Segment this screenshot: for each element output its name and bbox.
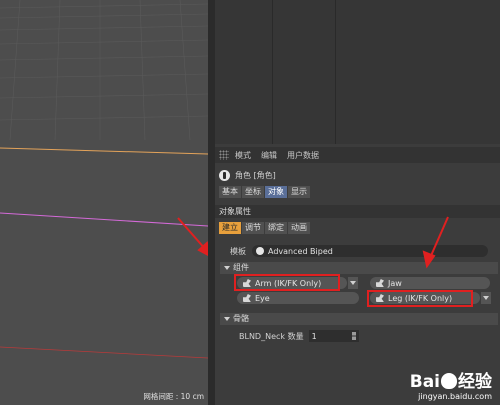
neck-count-row: BLND_Neck 数量 1 — [239, 330, 359, 342]
menu-edit[interactable]: 编辑 — [261, 150, 277, 161]
logo-suffix: 经验 — [458, 372, 492, 392]
viewport[interactable]: 网格间距 : 10 cm — [0, 0, 208, 405]
red-axis-line — [0, 346, 208, 359]
watermark-url: jingyan.baidu.com — [418, 392, 492, 401]
arm-dropdown-arrow[interactable] — [348, 277, 358, 289]
collapse-triangle-icon — [224, 265, 230, 270]
attribute-manager: 模式 编辑 用户数据 角色 [角色] 基本 坐标 对象 显示 对象属性 建立 调… — [215, 144, 500, 405]
build-tabs: 建立 调节 绑定 动画 — [219, 222, 311, 234]
neck-count-value: 1 — [311, 331, 317, 341]
template-value: Advanced Biped — [268, 246, 333, 256]
object-header: 角色 [角色] — [219, 168, 276, 182]
components-group-header[interactable]: 组件 — [220, 262, 498, 274]
grip-icon[interactable] — [219, 150, 229, 160]
tab-display[interactable]: 显示 — [288, 186, 310, 198]
leg-dropdown-arrow[interactable] — [481, 292, 491, 304]
tab-animate[interactable]: 动画 — [288, 222, 310, 234]
jaw-component-button[interactable]: Jaw — [370, 277, 490, 289]
annotation-box-arm — [234, 274, 340, 291]
baidu-logo: Bai 经验 — [410, 367, 492, 392]
eye-icon — [243, 294, 251, 302]
menu-mode[interactable]: 模式 — [235, 150, 251, 161]
grid-spacing-status: 网格间距 : 10 cm — [143, 392, 204, 401]
object-tabs: 基本 坐标 对象 显示 — [219, 186, 311, 198]
object-properties-title: 对象属性 — [215, 205, 500, 218]
logo-text: Bai — [409, 372, 440, 392]
template-label: 模板 — [230, 246, 246, 256]
template-icon — [256, 247, 264, 255]
panel-splitter[interactable] — [208, 0, 215, 405]
tab-coord[interactable]: 坐标 — [242, 186, 264, 198]
annotation-box-leg — [367, 290, 473, 307]
tab-adjust[interactable]: 调节 — [242, 222, 264, 234]
bones-group-label: 骨骼 — [233, 314, 249, 323]
attribute-menubar: 模式 编辑 用户数据 — [215, 147, 500, 163]
tab-build[interactable]: 建立 — [219, 222, 241, 234]
character-icon — [219, 169, 230, 181]
pink-axis-line — [0, 212, 208, 227]
collapse-triangle-icon — [224, 316, 230, 321]
components-group-label: 组件 — [233, 263, 249, 272]
eye-component-button[interactable]: Eye — [237, 292, 359, 304]
tab-bind[interactable]: 绑定 — [265, 222, 287, 234]
object-manager-panel[interactable] — [215, 0, 500, 144]
neck-count-label: BLND_Neck 数量 — [239, 331, 304, 341]
paw-icon — [441, 373, 457, 389]
neck-count-field[interactable]: 1 — [308, 330, 359, 342]
stepper-icon[interactable] — [351, 332, 356, 340]
annotation-arrow-1 — [177, 217, 208, 257]
jaw-icon — [376, 279, 384, 287]
object-name: 角色 [角色] — [235, 170, 276, 180]
template-dropdown[interactable]: Advanced Biped — [252, 245, 488, 257]
jaw-label: Jaw — [388, 278, 402, 288]
menu-user-data[interactable]: 用户数据 — [287, 150, 319, 161]
tab-basic[interactable]: 基本 — [219, 186, 241, 198]
viewport-grid — [0, 0, 208, 359]
baidu-watermark: Bai 经验 jingyan.baidu.com — [410, 367, 492, 401]
eye-label: Eye — [255, 293, 270, 303]
template-row: 模板 Advanced Biped — [230, 245, 488, 257]
bones-group-header[interactable]: 骨骼 — [220, 313, 498, 325]
tab-object[interactable]: 对象 — [265, 186, 287, 198]
orange-axis-line — [0, 147, 208, 155]
